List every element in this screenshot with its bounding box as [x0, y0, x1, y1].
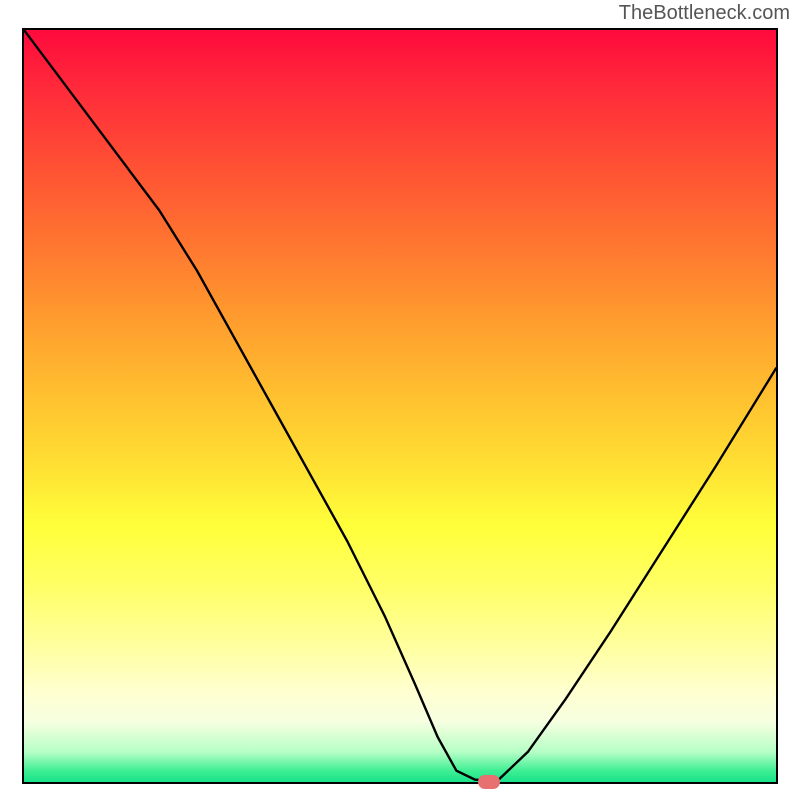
plot-frame — [22, 28, 778, 784]
watermark-text: TheBottleneck.com — [619, 2, 790, 25]
optimal-point-marker — [478, 775, 500, 789]
bottleneck-curve — [24, 30, 776, 782]
